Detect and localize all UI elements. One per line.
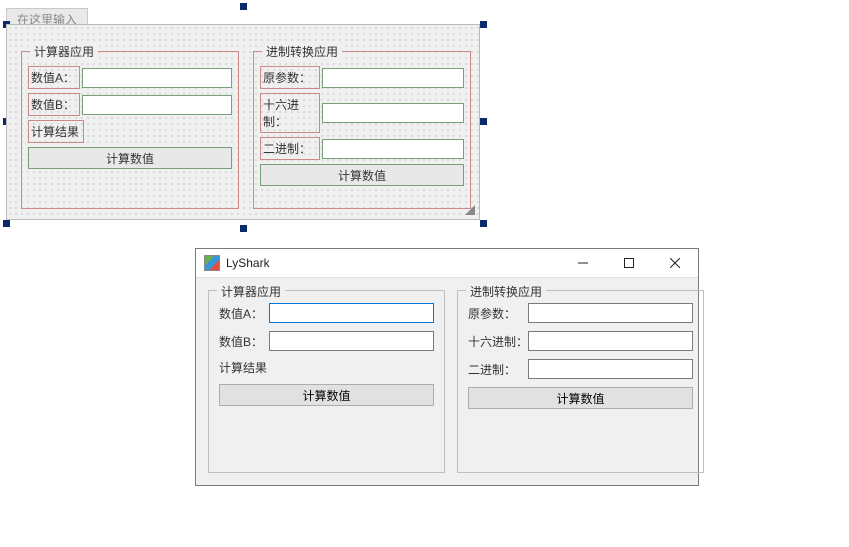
row-original: 原参数：: [468, 303, 693, 323]
label-original: 原参数：: [468, 305, 528, 322]
designer-canvas[interactable]: 计算器应用 数值A： 数值B： 计算结果 计算数值 进制转换应用 原参数： 十六…: [6, 24, 480, 220]
input-hex[interactable]: [528, 331, 693, 351]
minimize-icon: [578, 258, 588, 268]
input-original[interactable]: [322, 68, 464, 88]
label-value-a: 数值A：: [28, 66, 80, 89]
calculate-button[interactable]: 计算数值: [468, 387, 693, 409]
window-lyshark: LyShark 计算器应用 数值A： 数值B： 计算结果: [195, 248, 699, 486]
groupbox-title: 进制转换应用: [262, 43, 342, 60]
designer-groupbox-calculator[interactable]: 计算器应用 数值A： 数值B： 计算结果 计算数值: [21, 51, 239, 209]
label-hex: 十六进制：: [260, 93, 320, 133]
selection-handle[interactable]: [480, 220, 487, 227]
window-controls: [560, 249, 698, 277]
input-value-b[interactable]: [269, 331, 434, 351]
maximize-icon: [624, 258, 634, 268]
app-icon: [204, 255, 220, 271]
designer-row-hex[interactable]: 十六进制：: [260, 93, 464, 133]
groupbox-title: 进制转换应用: [466, 283, 546, 300]
label-value-b: 数值B：: [219, 333, 269, 350]
designer-groupbox-conversion[interactable]: 进制转换应用 原参数： 十六进制： 二进制： 计算数值: [253, 51, 471, 209]
titlebar[interactable]: LyShark: [196, 249, 698, 278]
label-bin: 二进制：: [260, 137, 320, 160]
calculate-button[interactable]: 计算数值: [219, 384, 434, 406]
groupbox-title: 计算器应用: [217, 283, 285, 300]
selection-handle[interactable]: [480, 118, 487, 125]
minimize-button[interactable]: [560, 249, 606, 277]
calculate-button[interactable]: 计算数值: [260, 164, 464, 186]
selection-handle[interactable]: [3, 220, 10, 227]
selection-handle[interactable]: [240, 3, 247, 10]
label-value-a: 数值A：: [219, 305, 269, 322]
label-bin: 二进制：: [468, 361, 528, 378]
selection-handle[interactable]: [480, 21, 487, 28]
label-hex: 十六进制：: [468, 333, 528, 350]
button-label: 计算数值: [338, 167, 386, 184]
input-hex[interactable]: [322, 103, 464, 123]
label-original: 原参数：: [260, 66, 320, 89]
close-icon: [670, 258, 680, 268]
resize-grip-icon[interactable]: [465, 205, 475, 215]
window-body: 计算器应用 数值A： 数值B： 计算结果 计算数值 进制转换应用 原参数： 十六…: [196, 278, 698, 485]
maximize-button[interactable]: [606, 249, 652, 277]
groupbox-conversion: 进制转换应用 原参数： 十六进制： 二进制： 计算数值: [457, 290, 704, 473]
selection-handle[interactable]: [240, 225, 247, 232]
designer-row-orig[interactable]: 原参数：: [260, 66, 464, 89]
window-title: LyShark: [226, 256, 270, 270]
row-bin: 二进制：: [468, 359, 693, 379]
input-original[interactable]: [528, 303, 693, 323]
row-value-b: 数值B：: [219, 331, 434, 351]
button-label: 计算数值: [106, 150, 154, 167]
button-label: 计算数值: [302, 389, 350, 403]
label-result: 计算结果: [219, 359, 434, 376]
label-result: 计算结果: [28, 120, 84, 143]
input-value-b[interactable]: [82, 95, 232, 115]
input-value-a[interactable]: [82, 68, 232, 88]
input-bin[interactable]: [322, 139, 464, 159]
row-hex: 十六进制：: [468, 331, 693, 351]
button-label: 计算数值: [556, 392, 604, 406]
designer-row-value-b[interactable]: 数值B：: [28, 93, 232, 116]
designer-row-value-a[interactable]: 数值A：: [28, 66, 232, 89]
groupbox-title: 计算器应用: [30, 43, 98, 60]
close-button[interactable]: [652, 249, 698, 277]
row-value-a: 数值A：: [219, 303, 434, 323]
label-value-b: 数值B：: [28, 93, 80, 116]
groupbox-calculator: 计算器应用 数值A： 数值B： 计算结果 计算数值: [208, 290, 445, 473]
input-value-a[interactable]: [269, 303, 434, 323]
calculate-button[interactable]: 计算数值: [28, 147, 232, 169]
input-bin[interactable]: [528, 359, 693, 379]
designer-row-bin[interactable]: 二进制：: [260, 137, 464, 160]
